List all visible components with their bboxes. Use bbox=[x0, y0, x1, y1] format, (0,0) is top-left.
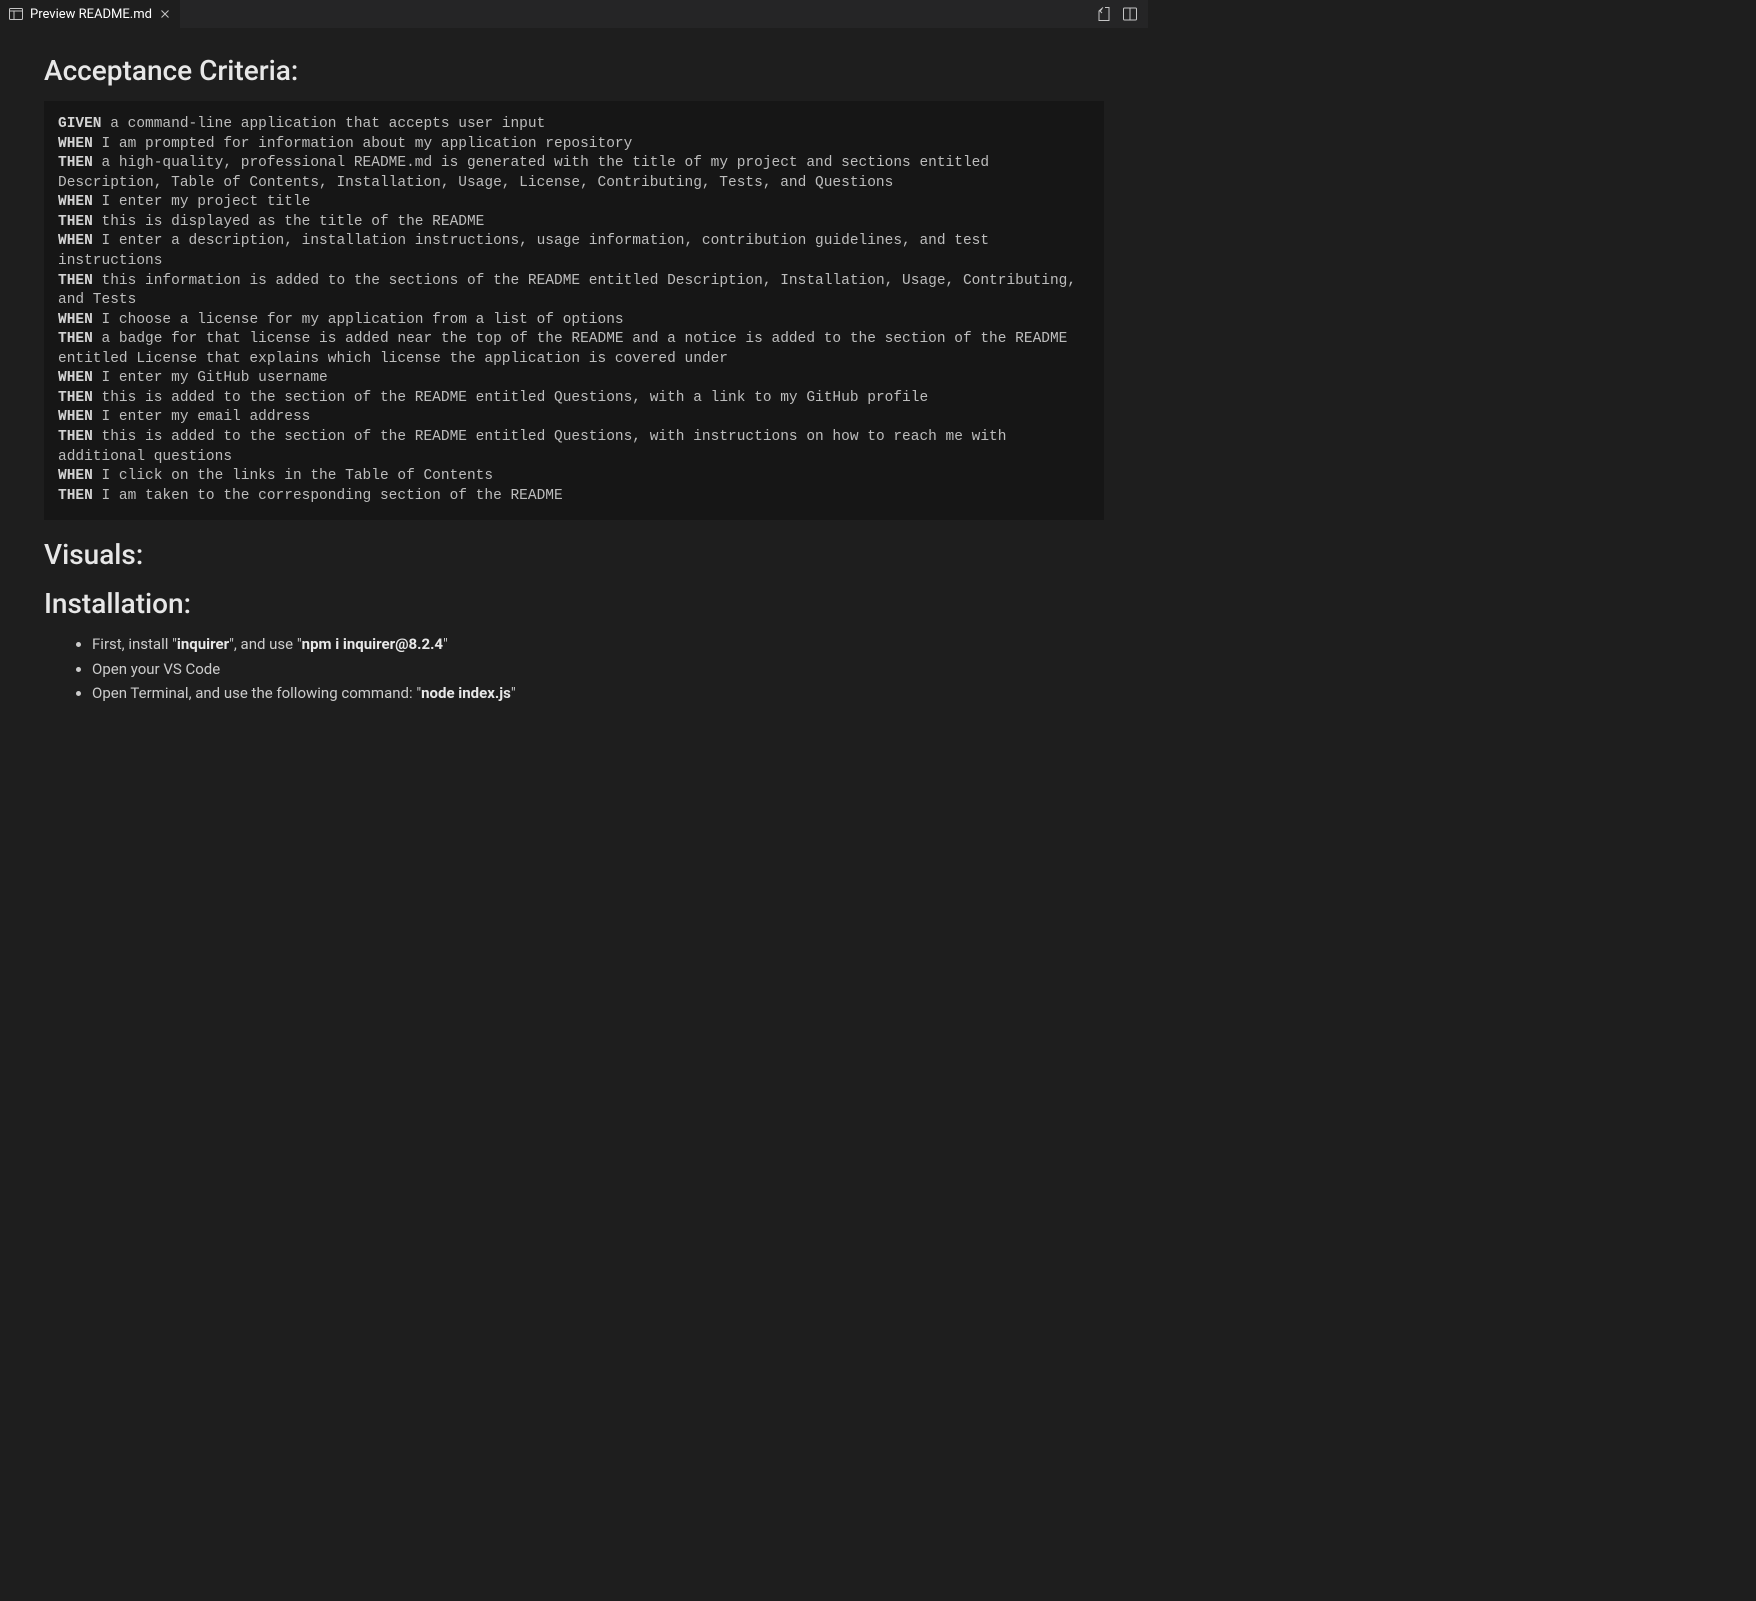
list-item-text: Open your VS Code bbox=[92, 660, 220, 678]
criteria-keyword: WHEN bbox=[58, 136, 93, 152]
list-item-text: " bbox=[443, 635, 448, 653]
criteria-text: this is displayed as the title of the RE… bbox=[93, 214, 485, 230]
tab-preview-readme[interactable]: Preview README.md bbox=[0, 0, 180, 28]
criteria-keyword: THEN bbox=[58, 331, 93, 347]
split-editor-icon[interactable] bbox=[1122, 6, 1138, 22]
preview-icon bbox=[8, 6, 24, 22]
criteria-keyword: THEN bbox=[58, 214, 93, 230]
list-item-text: " bbox=[511, 684, 516, 702]
criteria-text: I enter my email address bbox=[93, 409, 311, 425]
criteria-text: I enter my project title bbox=[93, 194, 311, 210]
list-item-text: ", and use " bbox=[229, 635, 302, 653]
list-item-bold: inquirer bbox=[177, 635, 229, 653]
preview-content: Acceptance Criteria: GIVEN a command-lin… bbox=[0, 28, 1148, 727]
list-item-text: First, install " bbox=[92, 635, 177, 653]
criteria-keyword: THEN bbox=[58, 273, 93, 289]
criteria-keyword: WHEN bbox=[58, 312, 93, 328]
criteria-keyword: THEN bbox=[58, 390, 93, 406]
editor-actions bbox=[1096, 6, 1148, 22]
criteria-keyword: WHEN bbox=[58, 194, 93, 210]
criteria-text: I am taken to the corresponding section … bbox=[93, 488, 563, 504]
heading-installation: Installation: bbox=[44, 587, 1104, 620]
acceptance-criteria-code-block: GIVEN a command-line application that ac… bbox=[44, 101, 1104, 520]
list-item-text: Open Terminal, and use the following com… bbox=[92, 684, 421, 702]
criteria-text: this is added to the section of the READ… bbox=[93, 390, 928, 406]
criteria-keyword: THEN bbox=[58, 155, 93, 171]
criteria-keyword: GIVEN bbox=[58, 116, 102, 132]
criteria-text: a high-quality, professional README.md i… bbox=[58, 155, 998, 191]
list-item: Open Terminal, and use the following com… bbox=[92, 683, 1104, 703]
list-item: First, install "inquirer", and use "npm … bbox=[92, 634, 1104, 654]
criteria-keyword: WHEN bbox=[58, 468, 93, 484]
criteria-text: this information is added to the section… bbox=[58, 273, 1085, 309]
criteria-text: a command-line application that accepts … bbox=[102, 116, 546, 132]
criteria-text: I enter a description, installation inst… bbox=[58, 233, 998, 269]
show-source-icon[interactable] bbox=[1096, 6, 1112, 22]
criteria-text: this is added to the section of the READ… bbox=[58, 429, 1015, 465]
heading-visuals: Visuals: bbox=[44, 538, 1104, 571]
criteria-text: I click on the links in the Table of Con… bbox=[93, 468, 493, 484]
criteria-text: I enter my GitHub username bbox=[93, 370, 328, 386]
installation-list: First, install "inquirer", and use "npm … bbox=[44, 634, 1104, 703]
criteria-keyword: THEN bbox=[58, 488, 93, 504]
heading-acceptance-criteria: Acceptance Criteria: bbox=[44, 54, 1104, 87]
list-item-bold: node index.js bbox=[421, 684, 511, 702]
criteria-keyword: WHEN bbox=[58, 233, 93, 249]
criteria-keyword: WHEN bbox=[58, 370, 93, 386]
tab-group: Preview README.md bbox=[0, 0, 180, 28]
list-item-bold: npm i inquirer@8.2.4 bbox=[302, 635, 443, 653]
criteria-text: a badge for that license is added near t… bbox=[58, 331, 1076, 367]
close-icon[interactable] bbox=[158, 7, 172, 21]
criteria-keyword: THEN bbox=[58, 429, 93, 445]
list-item: Open your VS Code bbox=[92, 659, 1104, 679]
criteria-keyword: WHEN bbox=[58, 409, 93, 425]
tab-title: Preview README.md bbox=[30, 7, 152, 22]
tab-bar: Preview README.md bbox=[0, 0, 1148, 28]
criteria-text: I choose a license for my application fr… bbox=[93, 312, 624, 328]
criteria-text: I am prompted for information about my a… bbox=[93, 136, 633, 152]
